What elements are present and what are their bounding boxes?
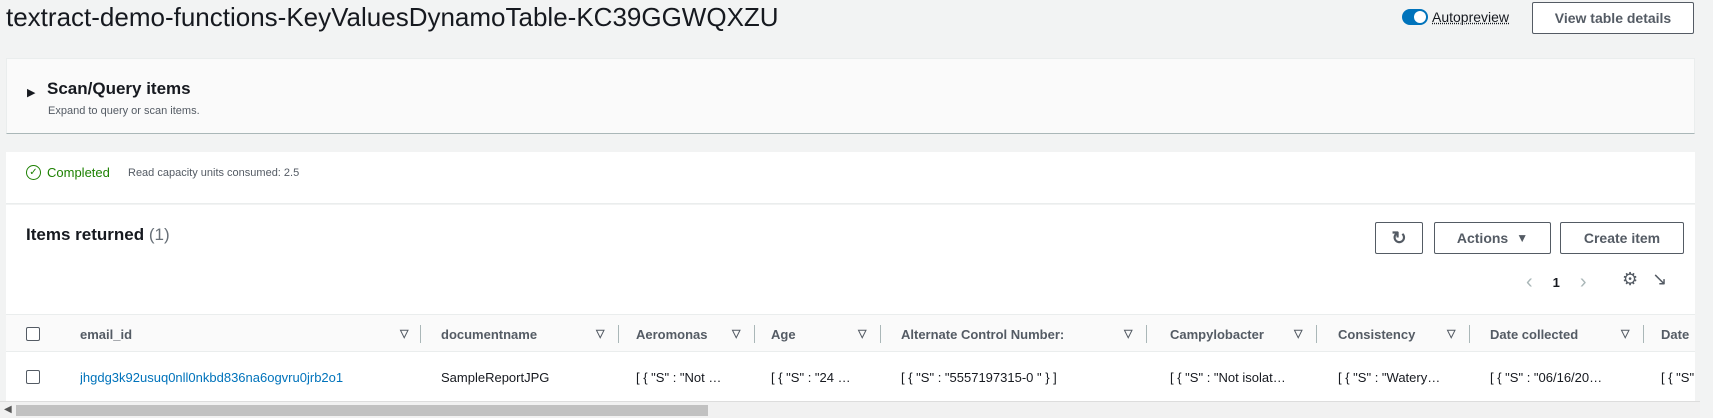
actions-button[interactable]: Actions ▼ bbox=[1434, 222, 1551, 254]
cell-aeromonas: [ { "S" : "Not … bbox=[636, 369, 722, 385]
sort-icon[interactable]: ▽ bbox=[858, 327, 866, 340]
create-item-button[interactable]: Create item bbox=[1560, 222, 1684, 254]
column-divider[interactable] bbox=[1146, 325, 1147, 343]
column-label: documentname bbox=[441, 326, 538, 342]
table-header: email_id ▽ documentname ▽ Aeromonas ▽ Ag… bbox=[6, 314, 1695, 352]
cell-consistency: [ { "S" : "Watery… bbox=[1338, 369, 1441, 385]
check-circle-icon: ✓ bbox=[26, 165, 41, 180]
column-label: Campylobacter bbox=[1170, 326, 1264, 342]
sort-icon[interactable]: ▽ bbox=[1294, 327, 1302, 340]
horizontal-scrollbar[interactable]: ◀ bbox=[0, 401, 1700, 418]
scan-query-subtitle: Expand to query or scan items. bbox=[48, 105, 200, 117]
sort-icon[interactable]: ▽ bbox=[1124, 327, 1132, 340]
cell-documentname: SampleReportJPG bbox=[441, 369, 550, 385]
sort-icon[interactable]: ▽ bbox=[732, 327, 740, 340]
sort-icon[interactable]: ▽ bbox=[596, 327, 604, 340]
cell-age: [ { "S" : "24 … bbox=[771, 369, 851, 385]
create-item-label: Create item bbox=[1583, 230, 1661, 246]
page-title: textract-demo-functions-KeyValuesDynamoT… bbox=[6, 2, 779, 32]
column-divider[interactable] bbox=[420, 325, 421, 343]
column-header-date-collected[interactable]: Date collected ▽ bbox=[1490, 315, 1650, 353]
cell-date: [ { "S" bbox=[1661, 369, 1695, 385]
sort-icon[interactable]: ▽ bbox=[1621, 327, 1629, 340]
column-label: Alternate Control Number: bbox=[901, 326, 1065, 342]
column-header-email-id[interactable]: email_id ▽ bbox=[80, 315, 421, 353]
table-row[interactable]: jhgdg3k92usuq0nll0nkbd836na6ogvru0jrb2o1… bbox=[6, 352, 1695, 402]
column-header-consistency[interactable]: Consistency ▽ bbox=[1338, 315, 1478, 353]
prev-page-icon[interactable]: ‹ bbox=[1526, 271, 1533, 294]
select-all-checkbox[interactable] bbox=[26, 327, 40, 341]
page-number[interactable]: 1 bbox=[1553, 275, 1560, 290]
cell-date-collected: [ { "S" : "06/16/20… bbox=[1490, 369, 1603, 385]
sort-icon[interactable]: ▽ bbox=[1447, 327, 1455, 340]
cell-campylobacter: [ { "S" : "Not isolat… bbox=[1170, 369, 1286, 385]
items-title-text: Items returned bbox=[26, 225, 145, 244]
table-tools: ⚙ ↘ bbox=[1622, 269, 1667, 290]
column-label: email_id bbox=[80, 326, 133, 342]
sort-icon[interactable]: ▽ bbox=[400, 327, 408, 340]
scan-query-panel[interactable]: ▶ Scan/Query items Expand to query or sc… bbox=[6, 58, 1695, 134]
items-count: (1) bbox=[148, 225, 170, 244]
refresh-icon: ↻ bbox=[1391, 227, 1407, 248]
column-header-date[interactable]: Date bbox=[1661, 315, 1695, 353]
toggle-switch[interactable] bbox=[1402, 9, 1428, 25]
column-divider[interactable] bbox=[1316, 325, 1317, 343]
view-table-details-label: View table details bbox=[1554, 10, 1672, 26]
items-panel: Items returned (1) ↻ Actions ▼ Create it… bbox=[6, 205, 1695, 418]
status-completed: ✓ Completed bbox=[26, 165, 110, 180]
column-divider[interactable] bbox=[754, 325, 755, 343]
view-table-details-button[interactable]: View table details bbox=[1532, 2, 1694, 34]
column-header-campylobacter[interactable]: Campylobacter ▽ bbox=[1170, 315, 1330, 353]
scrollbar-thumb[interactable] bbox=[16, 405, 708, 416]
autopreview-label: Autopreview bbox=[1432, 9, 1510, 25]
column-divider[interactable] bbox=[618, 325, 619, 343]
scroll-left-icon[interactable]: ◀ bbox=[4, 404, 12, 415]
scan-query-title[interactable]: Scan/Query items bbox=[47, 79, 191, 99]
column-label: Consistency bbox=[1338, 326, 1416, 342]
column-divider[interactable] bbox=[1643, 325, 1644, 343]
status-panel: ✓ Completed Read capacity units consumed… bbox=[6, 152, 1695, 204]
autopreview-toggle[interactable]: Autopreview bbox=[1402, 9, 1509, 25]
read-capacity-text: Read capacity units consumed: 2.5 bbox=[128, 167, 300, 179]
column-header-documentname[interactable]: documentname ▽ bbox=[441, 315, 621, 353]
expand-caret-icon[interactable]: ▶ bbox=[27, 86, 35, 99]
gear-icon[interactable]: ⚙ bbox=[1622, 269, 1638, 290]
actions-label: Actions bbox=[1456, 230, 1509, 246]
column-label: Aeromonas bbox=[636, 326, 708, 342]
column-header-alternate-control-number[interactable]: Alternate Control Number: ▽ bbox=[901, 315, 1147, 353]
next-page-icon[interactable]: › bbox=[1580, 271, 1587, 294]
column-label: Age bbox=[771, 326, 796, 342]
column-header-age[interactable]: Age ▽ bbox=[771, 315, 901, 353]
cell-alternate-control-number: [ { "S" : "5557197315-0 " } ] bbox=[901, 369, 1057, 385]
cell-email-id[interactable]: jhgdg3k92usuq0nll0nkbd836na6ogvru0jrb2o1 bbox=[80, 352, 420, 402]
caret-down-icon: ▼ bbox=[1516, 231, 1529, 245]
collapse-icon[interactable]: ↘ bbox=[1652, 269, 1667, 290]
status-label: Completed bbox=[47, 165, 110, 180]
row-checkbox[interactable] bbox=[26, 370, 40, 384]
column-label: Date collected bbox=[1490, 326, 1579, 342]
pagination: ‹ 1 › bbox=[1526, 271, 1587, 294]
refresh-button[interactable]: ↻ bbox=[1375, 222, 1423, 254]
column-divider[interactable] bbox=[880, 325, 881, 343]
column-divider[interactable] bbox=[1469, 325, 1470, 343]
column-header-aeromonas[interactable]: Aeromonas ▽ bbox=[636, 315, 776, 353]
column-label: Date bbox=[1661, 326, 1690, 342]
items-returned-title: Items returned (1) bbox=[26, 225, 170, 245]
